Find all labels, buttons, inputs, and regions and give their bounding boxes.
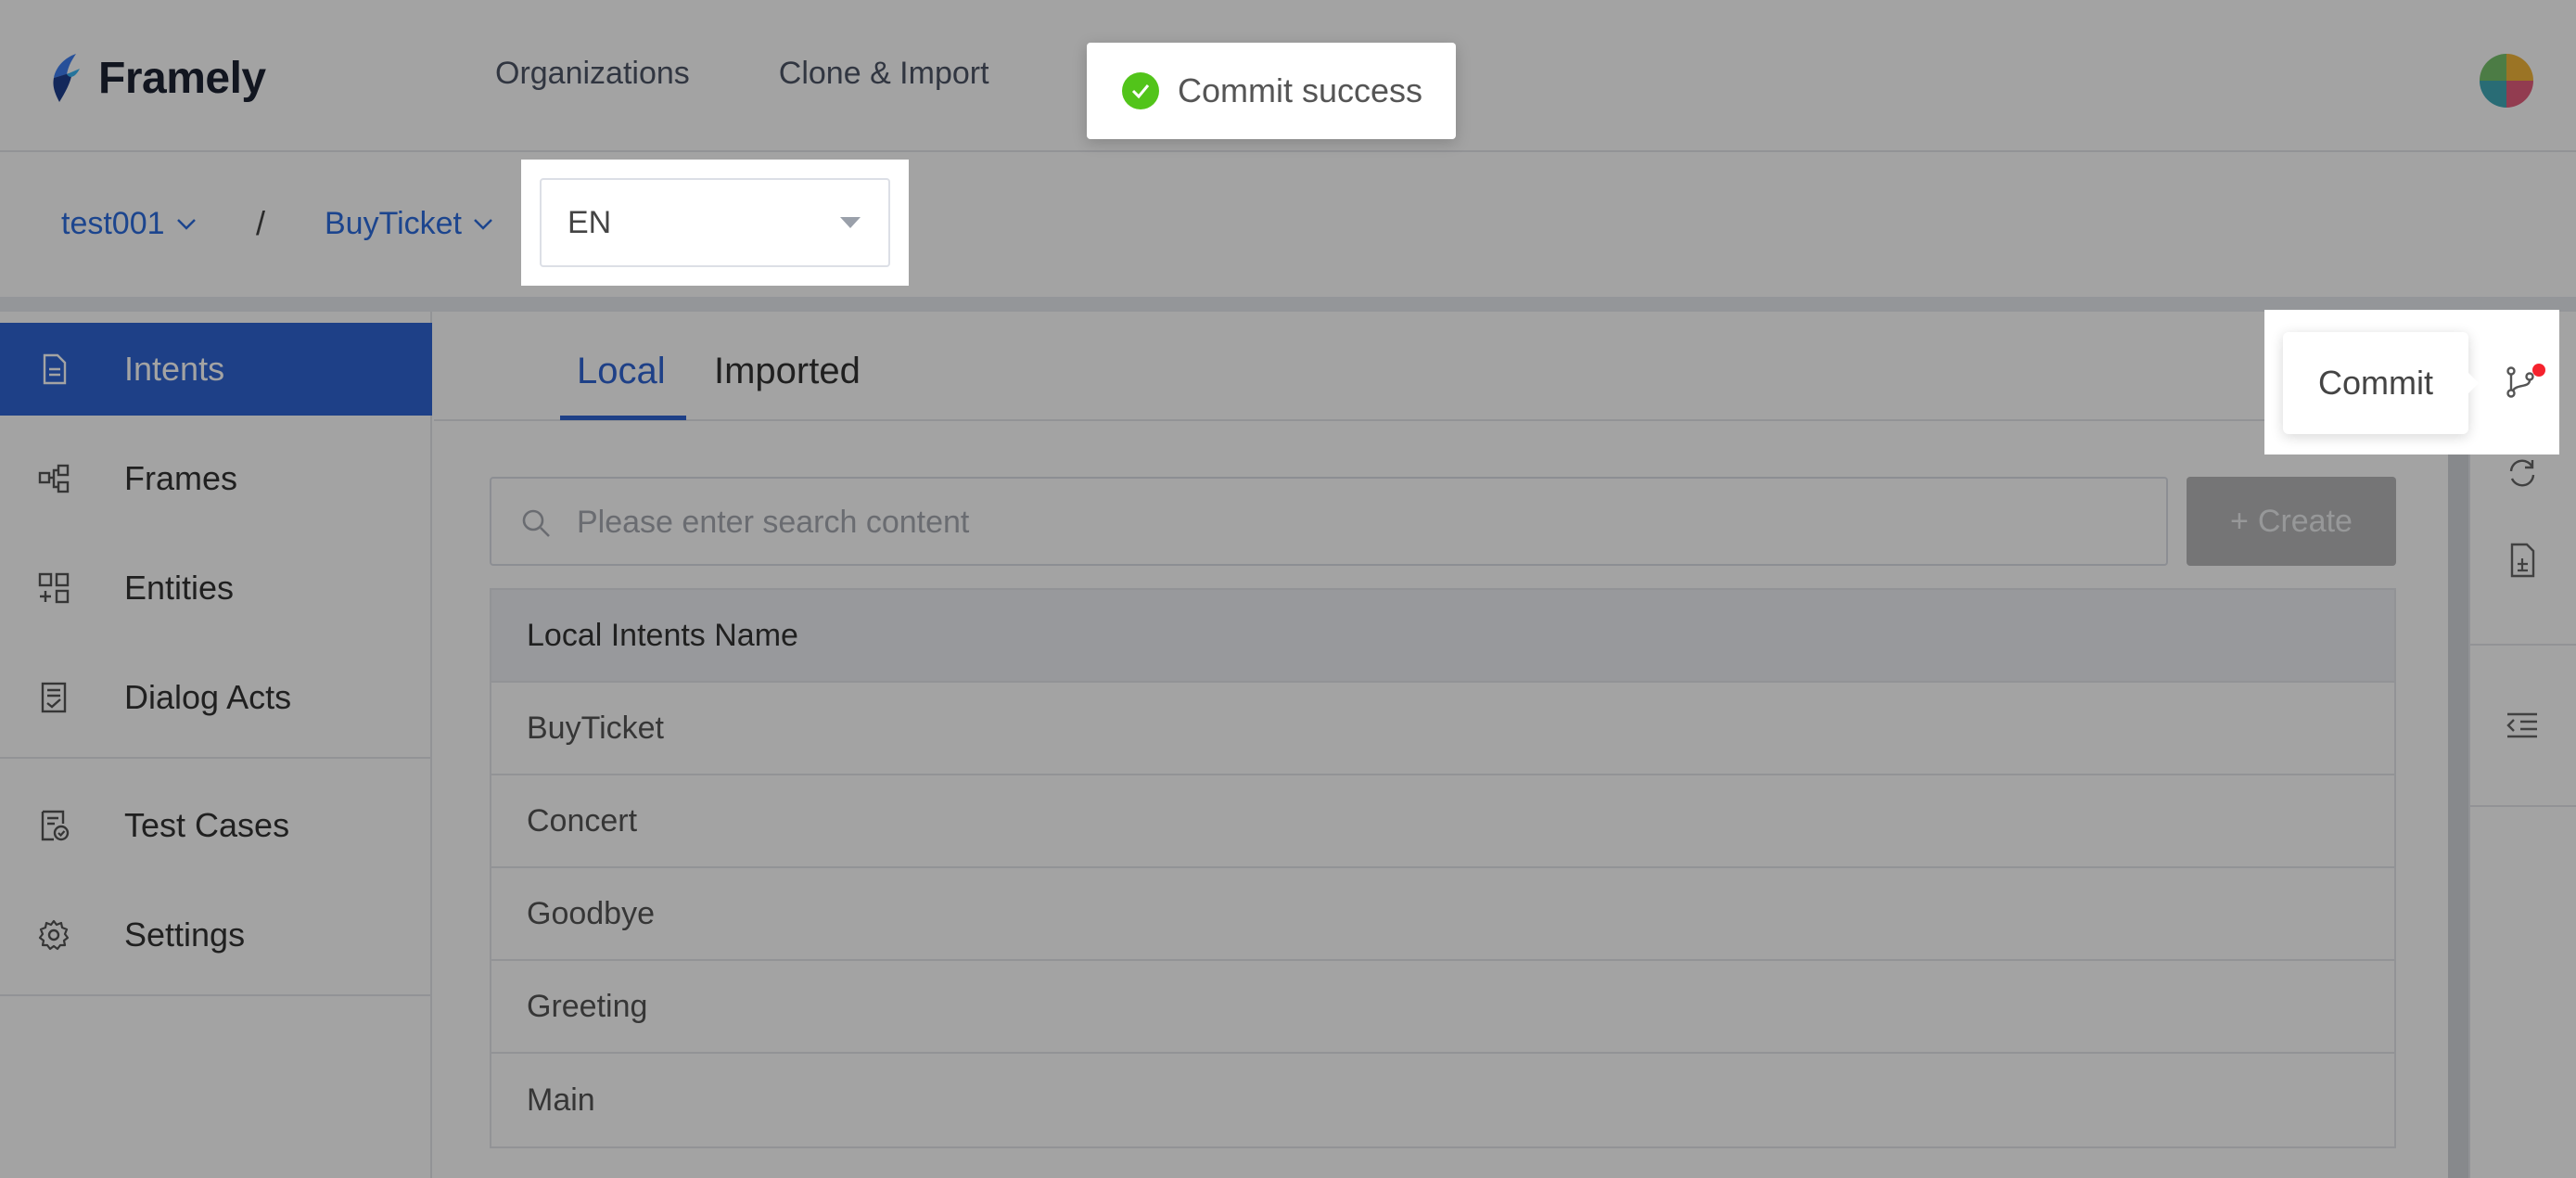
language-value: EN	[567, 204, 612, 240]
commit-tooltip-label: Commit	[2318, 364, 2433, 402]
notification-badge	[2532, 364, 2545, 377]
tooltip-arrow	[2467, 371, 2479, 395]
success-toast: Commit success	[1087, 43, 1456, 139]
toast-message: Commit success	[1178, 71, 1423, 109]
check-circle-icon	[1122, 72, 1159, 109]
commit-tooltip: Commit	[2283, 332, 2468, 434]
language-highlight: EN	[521, 160, 909, 286]
commit-highlight: Commit	[2264, 310, 2559, 455]
modal-overlay	[0, 0, 2576, 1178]
language-select[interactable]: EN	[540, 178, 890, 267]
caret-down-icon	[840, 217, 861, 228]
